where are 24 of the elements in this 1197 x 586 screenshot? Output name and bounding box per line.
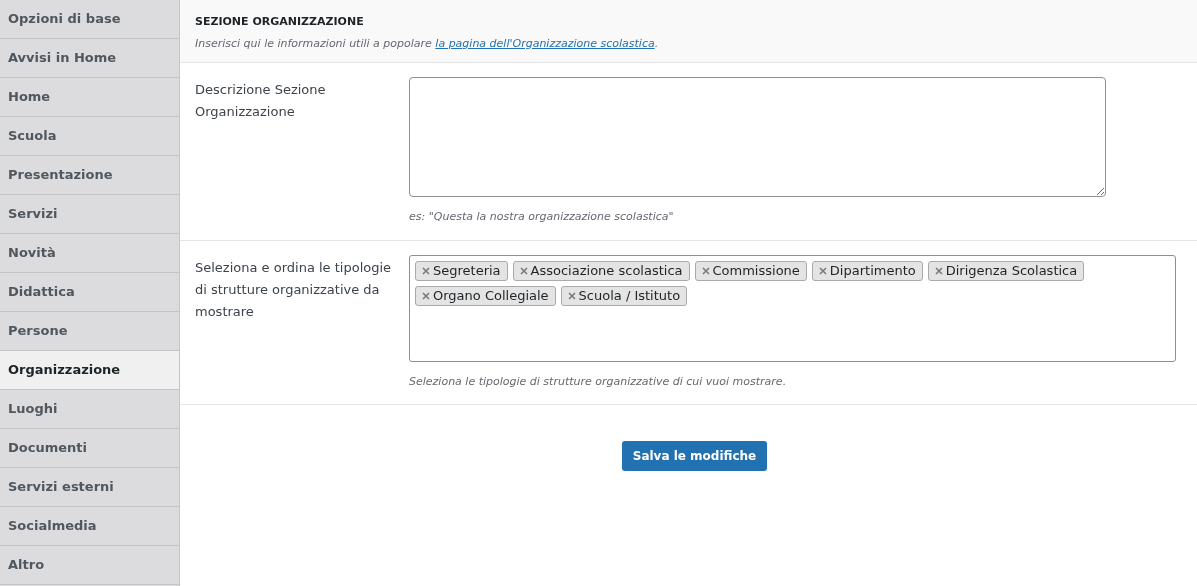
- remove-icon[interactable]: [818, 266, 827, 275]
- remove-icon[interactable]: [422, 266, 430, 275]
- tag-label: Organo Collegiale: [433, 286, 549, 305]
- tag-label: Dirigenza Scolastica: [945, 261, 1078, 280]
- sidebar-item[interactable]: Organizzazione: [0, 351, 179, 390]
- field-label: Descrizione Sezione Organizzazione: [195, 81, 327, 121]
- tag-label: Scuola / Istituto: [578, 286, 681, 305]
- remove-icon[interactable]: [422, 291, 430, 300]
- field-label: Seleziona e ordina le tipologie di strutture organizzative da mostrare: [195, 258, 393, 321]
- field-help: es: "Questa la nostra organizzazione scolastica": [409, 209, 675, 225]
- tag-label: Associazione scolastica: [530, 261, 683, 280]
- remove-icon[interactable]: [519, 266, 528, 275]
- remove-icon[interactable]: [701, 266, 710, 275]
- tag-label: Segreteria: [433, 261, 501, 280]
- save-button[interactable]: Salva le modifiche: [621, 441, 768, 471]
- tags-field[interactable]: Segreteria Associazione scolastica Commissione Dipartimento Dirigenza Scolastica Organo Collegiale Scuola / Istituto: [409, 254, 1176, 362]
- organization-page-link[interactable]: la pagina dell'Organizzazione scolastica: [435, 36, 655, 50]
- section-description: Inserisci qui le informazioni utili a popolare la pagina dell'Organizzazione scolastica.: [195, 35, 660, 52]
- tag-label: Commissione: [712, 261, 800, 280]
- tag-label: Dipartimento: [829, 261, 916, 280]
- section-title: SEZIONE ORGANIZZAZIONE: [195, 14, 365, 30]
- remove-icon[interactable]: [567, 291, 576, 300]
- field-help: Seleziona le tipologie di strutture organizzative di cui vuoi mostrare.: [409, 373, 788, 390]
- remove-icon[interactable]: [934, 266, 943, 275]
